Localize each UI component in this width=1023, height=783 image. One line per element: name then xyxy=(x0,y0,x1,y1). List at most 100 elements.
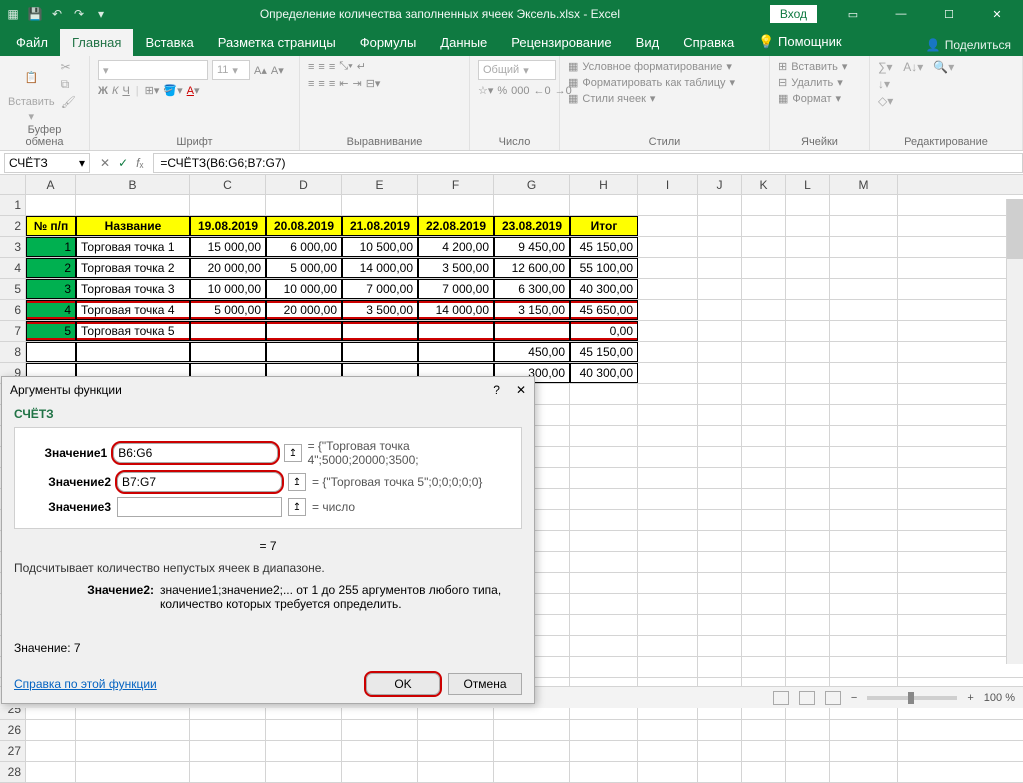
cell[interactable]: Торговая точка 4 xyxy=(76,300,190,320)
cell[interactable] xyxy=(570,510,638,530)
row-header[interactable]: 3 xyxy=(0,237,26,257)
cell[interactable] xyxy=(698,342,742,362)
format-as-table-button[interactable]: ▦ Форматировать как таблицу ▾ xyxy=(568,76,735,89)
cell[interactable] xyxy=(830,405,898,425)
cell[interactable] xyxy=(638,237,698,257)
cell[interactable] xyxy=(570,405,638,425)
cell[interactable] xyxy=(570,657,638,677)
cell[interactable] xyxy=(26,762,76,782)
save-icon[interactable]: 💾 xyxy=(26,5,44,23)
page-layout-view-icon[interactable] xyxy=(799,691,815,705)
increase-indent-icon[interactable]: ⇥ xyxy=(352,77,361,90)
insert-cells-button[interactable]: ⊞ Вставить ▾ xyxy=(778,60,847,73)
cell[interactable] xyxy=(698,258,742,278)
cell[interactable] xyxy=(494,741,570,761)
cell[interactable]: 21.08.2019 xyxy=(342,216,418,236)
copy-icon[interactable]: ⧉ xyxy=(61,77,76,92)
zoom-slider[interactable] xyxy=(867,696,957,700)
cell[interactable] xyxy=(638,657,698,677)
cell[interactable]: 7 000,00 xyxy=(418,279,494,299)
cell[interactable]: 14 000,00 xyxy=(342,258,418,278)
tab-review[interactable]: Рецензирование xyxy=(499,29,623,56)
orientation-icon[interactable]: ⤡▾ xyxy=(339,60,352,73)
paste-button[interactable]: 📋 Вставить ▾ xyxy=(8,60,55,123)
cell[interactable] xyxy=(830,720,898,740)
cell[interactable]: Итог xyxy=(570,216,638,236)
cell[interactable] xyxy=(786,762,830,782)
zoom-in-icon[interactable]: + xyxy=(967,692,973,704)
cell[interactable] xyxy=(742,531,786,551)
cell[interactable] xyxy=(638,426,698,446)
cell[interactable] xyxy=(742,363,786,383)
cell[interactable] xyxy=(742,342,786,362)
cell[interactable] xyxy=(638,552,698,572)
cell-styles-button[interactable]: ▦ Стили ячеек ▾ xyxy=(568,92,655,105)
cell[interactable] xyxy=(698,321,742,341)
ok-button[interactable]: OK xyxy=(366,673,440,695)
cell[interactable] xyxy=(830,363,898,383)
cell[interactable] xyxy=(494,195,570,215)
cell[interactable] xyxy=(76,762,190,782)
cell[interactable] xyxy=(342,762,418,782)
cell[interactable]: 20.08.2019 xyxy=(266,216,342,236)
cell[interactable]: 4 xyxy=(26,300,76,320)
cancel-button[interactable]: Отмена xyxy=(448,673,522,695)
ribbon-options-icon[interactable]: ▭ xyxy=(831,0,875,28)
cell[interactable] xyxy=(698,426,742,446)
arg-input[interactable] xyxy=(113,443,278,463)
cell[interactable] xyxy=(742,657,786,677)
cell[interactable] xyxy=(638,195,698,215)
cell[interactable] xyxy=(830,573,898,593)
cell[interactable] xyxy=(786,720,830,740)
align-left-icon[interactable]: ≡ xyxy=(308,78,314,90)
cell[interactable]: Торговая точка 3 xyxy=(76,279,190,299)
cell[interactable] xyxy=(418,195,494,215)
tab-home[interactable]: Главная xyxy=(60,29,133,56)
cell[interactable] xyxy=(638,258,698,278)
cell[interactable] xyxy=(698,489,742,509)
cell[interactable] xyxy=(786,552,830,572)
cell[interactable] xyxy=(190,741,266,761)
decrease-indent-icon[interactable]: ⇤ xyxy=(339,77,348,90)
cell[interactable] xyxy=(742,573,786,593)
cell[interactable] xyxy=(698,363,742,383)
column-header[interactable]: B xyxy=(76,175,190,194)
row-header[interactable]: 7 xyxy=(0,321,26,341)
column-header[interactable]: F xyxy=(418,175,494,194)
cell[interactable] xyxy=(26,741,76,761)
cell[interactable]: 19.08.2019 xyxy=(190,216,266,236)
cell[interactable] xyxy=(26,342,76,362)
cell[interactable]: 20 000,00 xyxy=(190,258,266,278)
column-header[interactable]: C xyxy=(190,175,266,194)
underline-button[interactable]: Ч xyxy=(122,85,129,97)
cell[interactable] xyxy=(418,321,494,341)
cell[interactable] xyxy=(830,636,898,656)
cell[interactable] xyxy=(742,615,786,635)
cell[interactable] xyxy=(830,426,898,446)
cell[interactable] xyxy=(266,195,342,215)
find-select-icon[interactable]: 🔍▾ xyxy=(933,60,954,74)
cell[interactable] xyxy=(638,720,698,740)
cell[interactable]: 3 xyxy=(26,279,76,299)
cell[interactable] xyxy=(830,489,898,509)
cell[interactable]: 55 100,00 xyxy=(570,258,638,278)
cell[interactable] xyxy=(786,279,830,299)
cell[interactable]: 5 000,00 xyxy=(190,300,266,320)
cell[interactable] xyxy=(742,300,786,320)
autosum-icon[interactable]: ∑▾ xyxy=(878,60,893,74)
cell[interactable]: 45 650,00 xyxy=(570,300,638,320)
cell[interactable] xyxy=(698,573,742,593)
cell[interactable] xyxy=(570,552,638,572)
cell[interactable] xyxy=(418,720,494,740)
cell[interactable] xyxy=(698,657,742,677)
arg-input[interactable] xyxy=(117,497,282,517)
cell[interactable] xyxy=(26,195,76,215)
cell[interactable] xyxy=(786,468,830,488)
cell[interactable] xyxy=(698,279,742,299)
cell[interactable] xyxy=(494,720,570,740)
align-bottom-icon[interactable]: ≡ xyxy=(329,61,335,73)
cell[interactable]: 3 500,00 xyxy=(342,300,418,320)
cell[interactable] xyxy=(570,615,638,635)
fill-icon[interactable]: ↓▾ xyxy=(878,77,893,91)
cell[interactable] xyxy=(266,762,342,782)
